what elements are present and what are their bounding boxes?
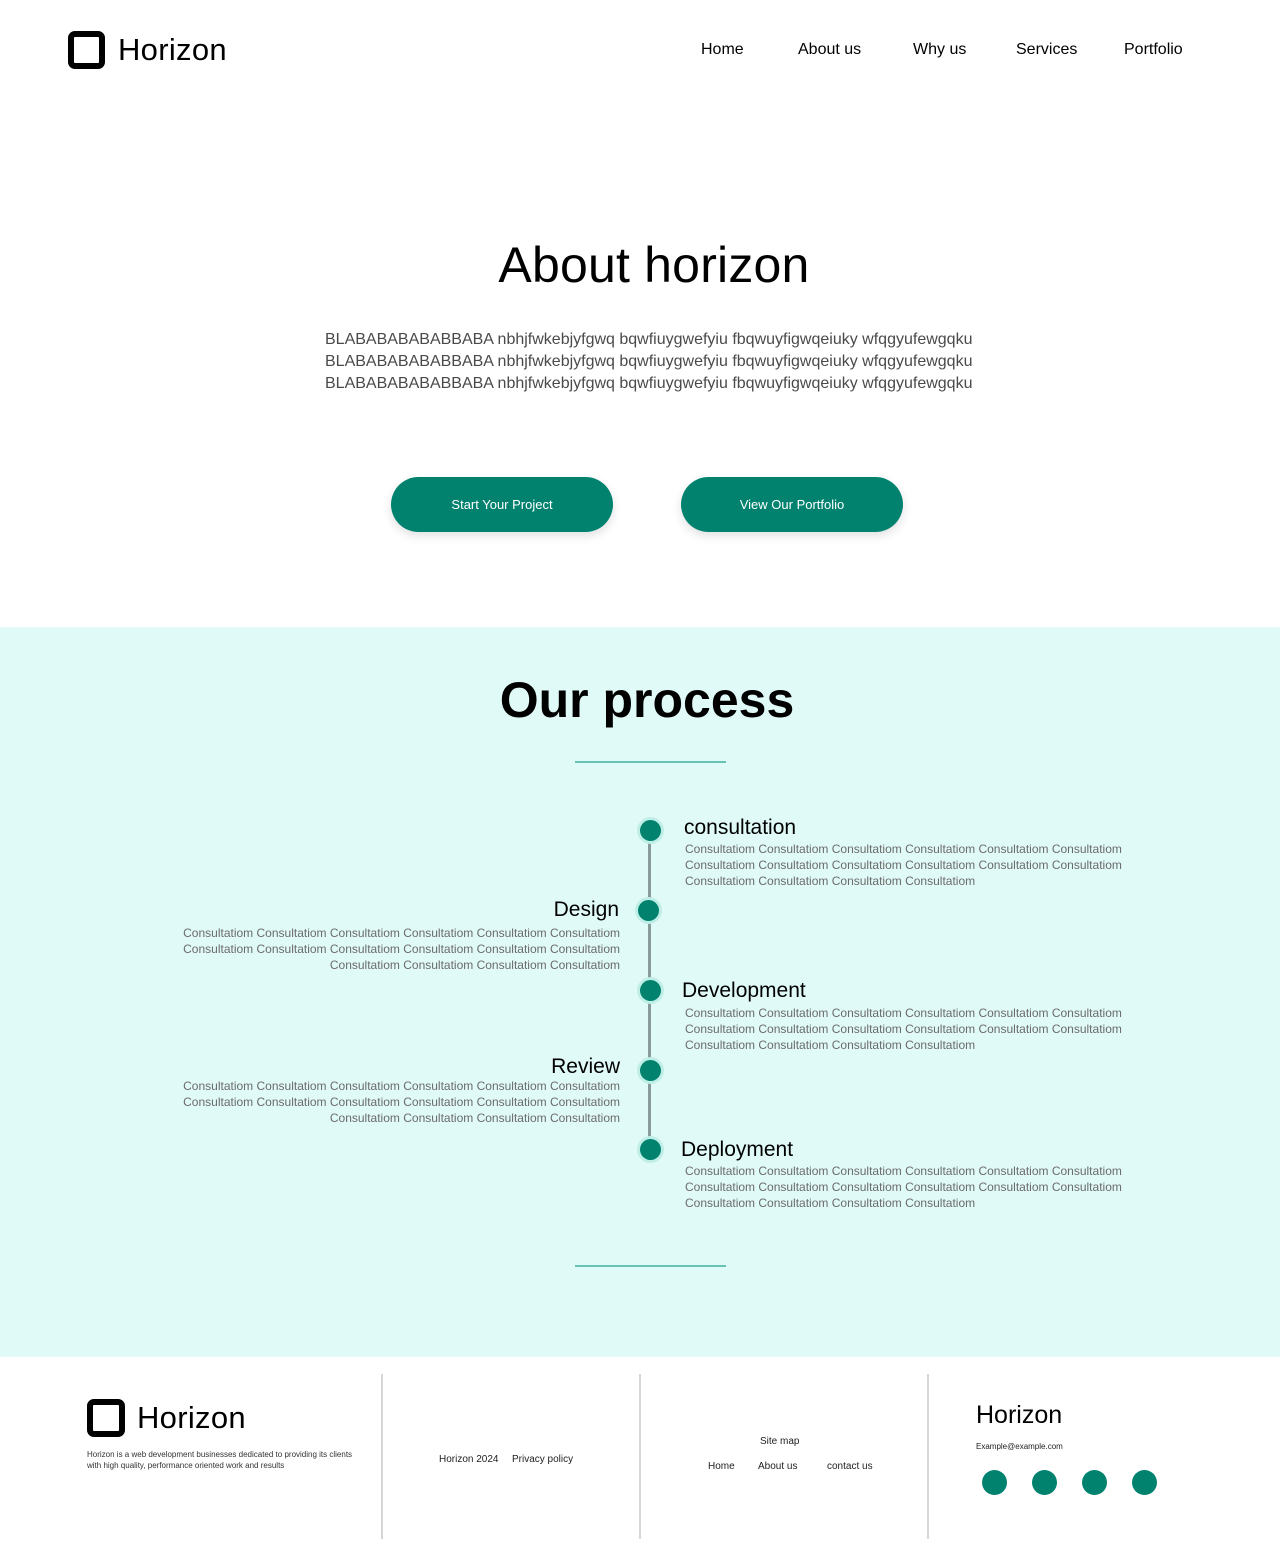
- nav-home[interactable]: Home: [701, 41, 744, 59]
- step-desc-review: Consultatiom Consultatiom Consultatiom C…: [183, 1079, 620, 1125]
- privacy-policy-link[interactable]: Privacy policy: [512, 1454, 573, 1465]
- step-title-consultation: consultation: [684, 816, 797, 839]
- timeline-dot-development: [640, 980, 661, 1001]
- process-title: Our process: [499, 672, 795, 728]
- step-title-review: Review: [551, 1055, 620, 1078]
- footer-divider: [381, 1374, 383, 1539]
- site-header: Horizon Home About us Why us Services Po…: [0, 0, 1280, 104]
- sitemap-link-contact-us[interactable]: contact us: [827, 1461, 873, 1472]
- nav-portfolio[interactable]: Portfolio: [1124, 41, 1183, 59]
- nav-about-us[interactable]: About us: [798, 41, 861, 59]
- view-portfolio-button[interactable]: View Our Portfolio: [681, 477, 903, 532]
- step-desc-consultation: Consultatiom Consultatiom Consultatiom C…: [685, 842, 1122, 888]
- timeline-dot-consultation: [640, 820, 661, 841]
- hero-body-line: BLABABABABABBABA nbhjfwkebjyfgwq bqwfiuy…: [325, 375, 973, 392]
- footer-about-text: Horizon is a web development businesses …: [87, 1450, 353, 1470]
- social-icon-4[interactable]: [1132, 1470, 1157, 1495]
- footer-contact-brand: Horizon: [976, 1401, 1063, 1429]
- process-divider-bottom: [575, 1265, 726, 1267]
- step-title-design: Design: [553, 898, 619, 921]
- timeline-dot-deployment: [640, 1139, 661, 1160]
- step-desc-deployment: Consultatiom Consultatiom Consultatiom C…: [685, 1164, 1122, 1210]
- step-title-development: Development: [682, 979, 806, 1002]
- footer-brand-name: Horizon: [137, 1400, 246, 1435]
- start-project-button[interactable]: Start Your Project: [391, 477, 613, 532]
- sitemap-title: Site map: [760, 1436, 800, 1447]
- sitemap-link-home[interactable]: Home: [708, 1461, 735, 1472]
- hero-title: About horizon: [498, 237, 810, 293]
- social-icon-2[interactable]: [1032, 1470, 1057, 1495]
- step-desc-development: Consultatiom Consultatiom Consultatiom C…: [685, 1006, 1122, 1052]
- main-nav: Home About us Why us Services Portfolio: [0, 41, 1280, 63]
- footer-email[interactable]: Example@example.com: [976, 1442, 1063, 1451]
- timeline-dot-design: [638, 900, 659, 921]
- sitemap-link-about-us[interactable]: About us: [758, 1461, 797, 1472]
- nav-why-us[interactable]: Why us: [913, 41, 966, 59]
- step-desc-design: Consultatiom Consultatiom Consultatiom C…: [183, 926, 620, 972]
- footer-logo[interactable]: Horizon: [87, 1399, 246, 1437]
- social-icon-1[interactable]: [982, 1470, 1007, 1495]
- nav-services[interactable]: Services: [1016, 41, 1077, 59]
- site-footer: Horizon Horizon is a web development bus…: [0, 1357, 1280, 1559]
- process-section: Our process consultation Consultatiom Co…: [0, 627, 1280, 1357]
- social-icon-3[interactable]: [1082, 1470, 1107, 1495]
- hero-body-line: BLABABABABABBABA nbhjfwkebjyfgwq bqwfiuy…: [325, 353, 973, 370]
- process-divider-top: [575, 761, 726, 763]
- footer-copyright: Horizon 2024: [439, 1454, 499, 1465]
- timeline-dot-review: [640, 1060, 661, 1081]
- hero-body-line: BLABABABABABBABA nbhjfwkebjyfgwq bqwfiuy…: [325, 331, 973, 348]
- footer-divider: [927, 1374, 929, 1539]
- step-title-deployment: Deployment: [681, 1138, 794, 1161]
- logo-icon: [87, 1399, 125, 1437]
- hero-body: BLABABABABABBABA nbhjfwkebjyfgwq bqwfiuy…: [325, 329, 1025, 395]
- footer-divider: [639, 1374, 641, 1539]
